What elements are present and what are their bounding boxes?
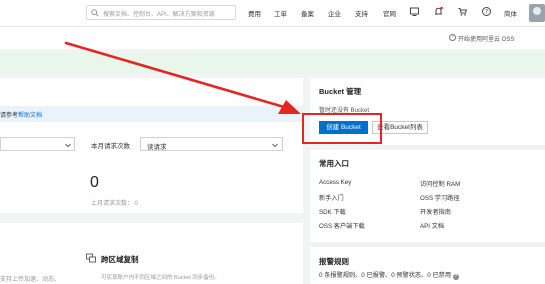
entry-access-key[interactable]: Access Key bbox=[319, 179, 351, 186]
alarm-summary: 0 条报警规则、0 已报警、0 预警状态、0 已禁用 ? bbox=[319, 272, 459, 280]
nav-support[interactable]: 支持 bbox=[355, 8, 368, 18]
right-sidebar: Bucket 管理 暂时还没有 Bucket 创建 Bucket 查看Bucke… bbox=[310, 78, 545, 284]
info-text: 请参考帮助文档 bbox=[0, 113, 43, 119]
cross-region-desc: 可实现账户内不同区域之间的 Bucket 同步备份。 bbox=[101, 275, 220, 281]
help-doc-link[interactable]: 帮助文档 bbox=[18, 113, 42, 119]
annotation-highlight-box bbox=[302, 113, 382, 144]
search-placeholder: 搜索文档、控制台、API、解决方案和资源 bbox=[103, 12, 215, 18]
help-icon[interactable]: ? bbox=[481, 6, 492, 17]
global-search-input[interactable]: 搜索文档、控制台、API、解决方案和资源 bbox=[86, 5, 236, 20]
cross-region-title[interactable]: 跨区域复制 bbox=[101, 254, 139, 265]
entry-ram[interactable]: 访问控制 RAM bbox=[420, 179, 460, 188]
screen-icon[interactable] bbox=[409, 6, 420, 17]
svg-text:?: ? bbox=[485, 9, 488, 16]
acceleration-desc: 支持上传加速、动态、 bbox=[0, 277, 61, 283]
alarm-rules-card: 报警规则 0 条报警规则、0 已报警、0 预警状态、0 已禁用 ? bbox=[310, 247, 545, 284]
search-icon bbox=[91, 9, 99, 17]
start-oss-link[interactable]: 开始使用阿里云 OSS bbox=[458, 34, 514, 43]
nav-official-site[interactable]: 官网 bbox=[383, 8, 396, 18]
chevron-down-icon bbox=[272, 143, 278, 148]
overview-panel: 请参考帮助文档 本月请求次数 读请求 0 上月请求次数： 0 bbox=[0, 78, 303, 213]
common-entries-card: 常用入口 Access Key 访问控制 RAM 新手入门 OSS 学习路径 S… bbox=[310, 150, 545, 242]
cross-region-icon bbox=[86, 253, 96, 263]
user-avatar[interactable] bbox=[529, 4, 545, 22]
bucket-management-title: Bucket 管理 bbox=[319, 87, 362, 96]
nav-enterprise[interactable]: 企业 bbox=[328, 8, 341, 18]
alarm-rules-title: 报警规则 bbox=[319, 257, 349, 266]
language-switch[interactable]: 简体 bbox=[504, 8, 517, 18]
chevron-down-icon bbox=[65, 143, 71, 148]
entry-client-download[interactable]: OSS 客户端下载 bbox=[319, 221, 365, 230]
info-banner: 请参考帮助文档 bbox=[0, 106, 303, 122]
success-banner bbox=[0, 52, 545, 73]
request-count-value: 0 bbox=[90, 174, 99, 191]
entry-dev-guide[interactable]: 开发者指南 bbox=[420, 207, 451, 216]
entry-api-docs[interactable]: API 文档 bbox=[420, 221, 444, 230]
bell-icon[interactable] bbox=[433, 6, 444, 17]
entry-getting-started[interactable]: 新手入门 bbox=[319, 193, 344, 202]
top-navigation-bar: 搜索文档、控制台、API、解决方案和资源 费用 工单 备案 企业 支持 官网 ?… bbox=[0, 0, 545, 27]
cart-icon[interactable] bbox=[457, 6, 468, 17]
nav-billing[interactable]: 费用 bbox=[248, 8, 261, 18]
monthly-requests-label: 本月请求次数 bbox=[91, 143, 130, 150]
nav-tickets[interactable]: 工单 bbox=[274, 8, 287, 18]
nav-icp[interactable]: 备案 bbox=[301, 8, 314, 18]
common-entries-title: 常用入口 bbox=[319, 159, 349, 168]
request-type-value: 读请求 bbox=[147, 144, 167, 151]
request-type-select[interactable]: 读请求 bbox=[140, 137, 283, 151]
question-icon[interactable]: ? bbox=[452, 274, 459, 280]
help-circle-icon: ? bbox=[449, 34, 456, 41]
features-panel: 支持上传加速、动态、 跨区域复制 可实现账户内不同区域之间的 Bucket 同步… bbox=[0, 223, 303, 284]
region-select[interactable] bbox=[0, 137, 75, 151]
entry-sdk-download[interactable]: SDK 下载 bbox=[319, 207, 346, 216]
entry-learning-path[interactable]: OSS 学习路径 bbox=[420, 193, 460, 202]
sub-header: ? 开始使用阿里云 OSS bbox=[0, 27, 545, 49]
last-month-requests: 上月请求次数： 0 bbox=[91, 201, 139, 207]
